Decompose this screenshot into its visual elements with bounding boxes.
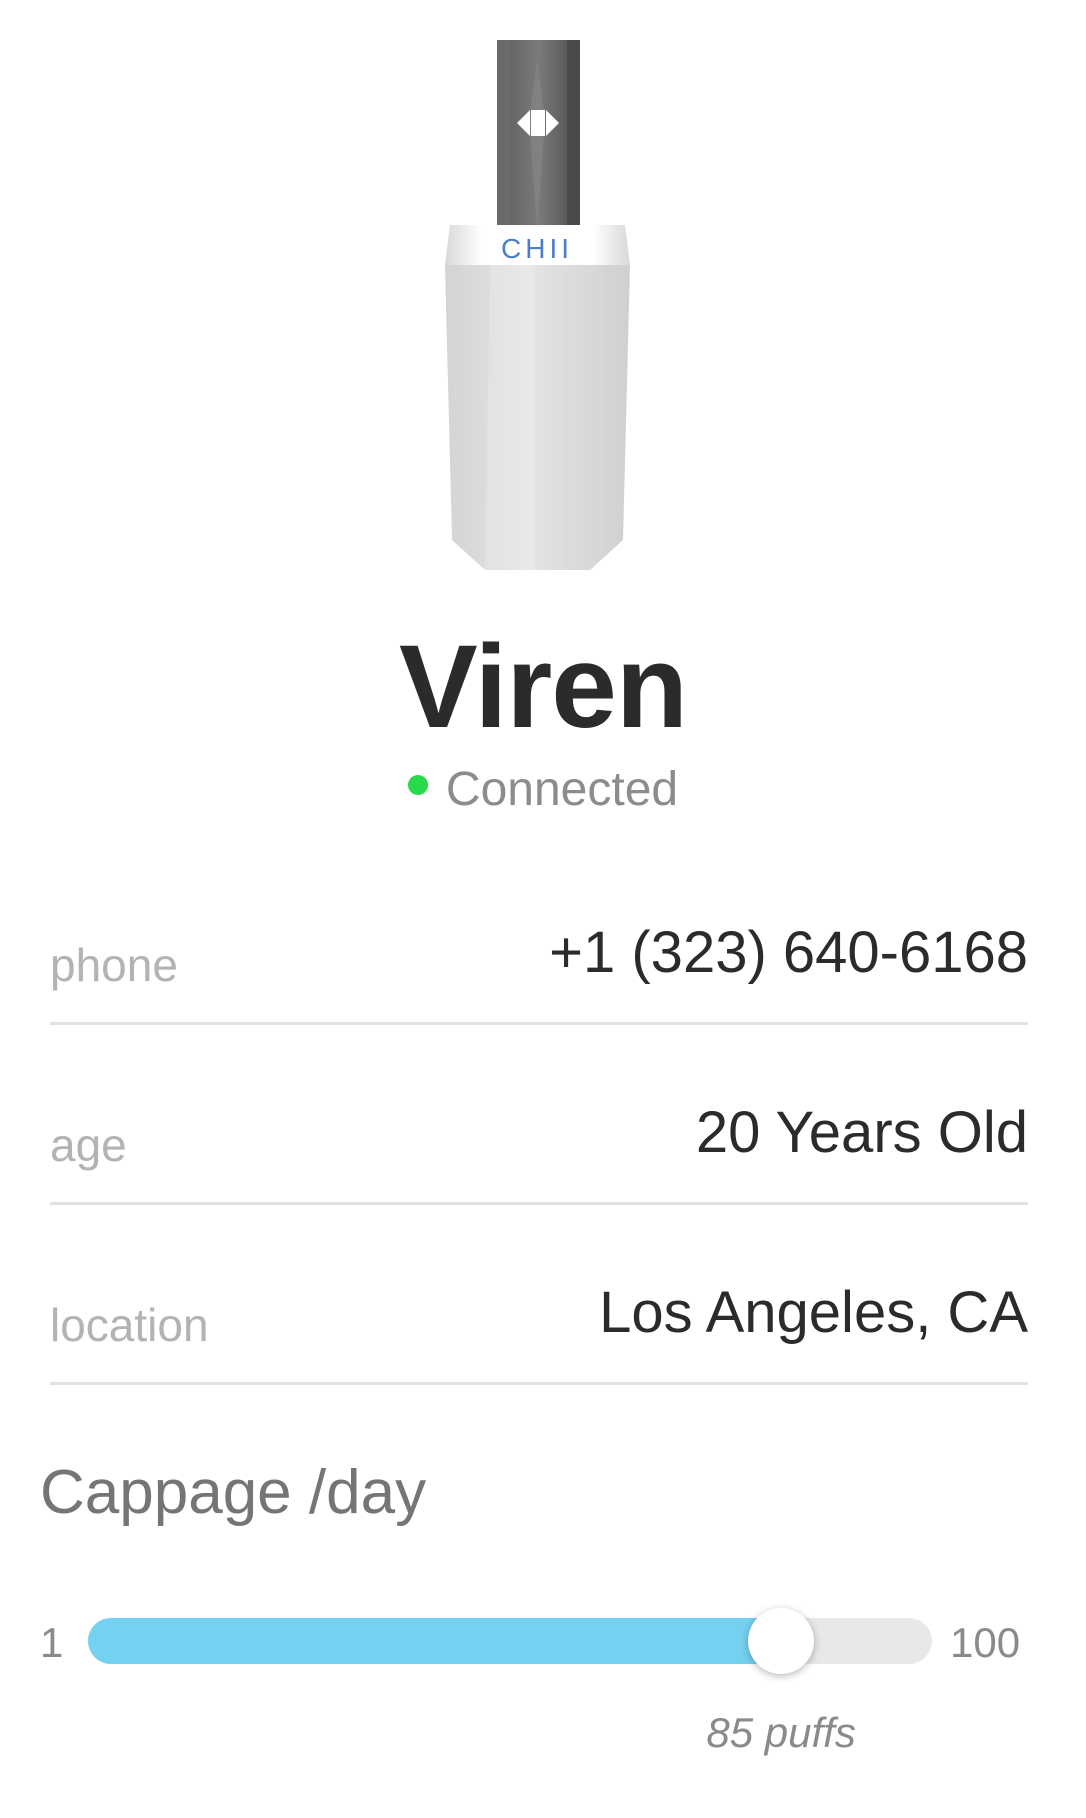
phone-value[interactable]: +1 (323) 640-6168 bbox=[549, 924, 1028, 982]
location-row: location Los Angeles, CA bbox=[50, 1272, 1028, 1385]
brand-mark: CHII bbox=[501, 233, 573, 264]
age-row: age 20 Years Old bbox=[50, 1092, 1028, 1205]
age-value: 20 Years Old bbox=[695, 1100, 1028, 1165]
slider-min-label: 1 bbox=[40, 1619, 64, 1666]
location-label: location bbox=[50, 1299, 209, 1351]
slider-max-label: 100 bbox=[950, 1619, 1021, 1666]
slider-thumb[interactable] bbox=[748, 1608, 815, 1674]
status-label: Connected bbox=[445, 763, 679, 816]
device-image: CHII bbox=[440, 40, 640, 590]
device-name: Viren bbox=[399, 621, 688, 753]
age-label: age bbox=[50, 1119, 127, 1171]
slider-value-label: 85 puffs bbox=[706, 1709, 856, 1756]
status-dot-icon bbox=[407, 775, 428, 795]
connection-status: Connected bbox=[0, 766, 1086, 814]
phone-row: phone +1 (323) 640-6168 bbox=[50, 912, 1028, 1025]
location-value: Los Angeles, CA bbox=[599, 1280, 1028, 1345]
cappage-title: Cappage /day bbox=[40, 1458, 427, 1527]
slider-fill bbox=[88, 1618, 782, 1664]
phone-label: phone bbox=[50, 939, 178, 991]
cappage-slider[interactable] bbox=[88, 1608, 932, 1674]
